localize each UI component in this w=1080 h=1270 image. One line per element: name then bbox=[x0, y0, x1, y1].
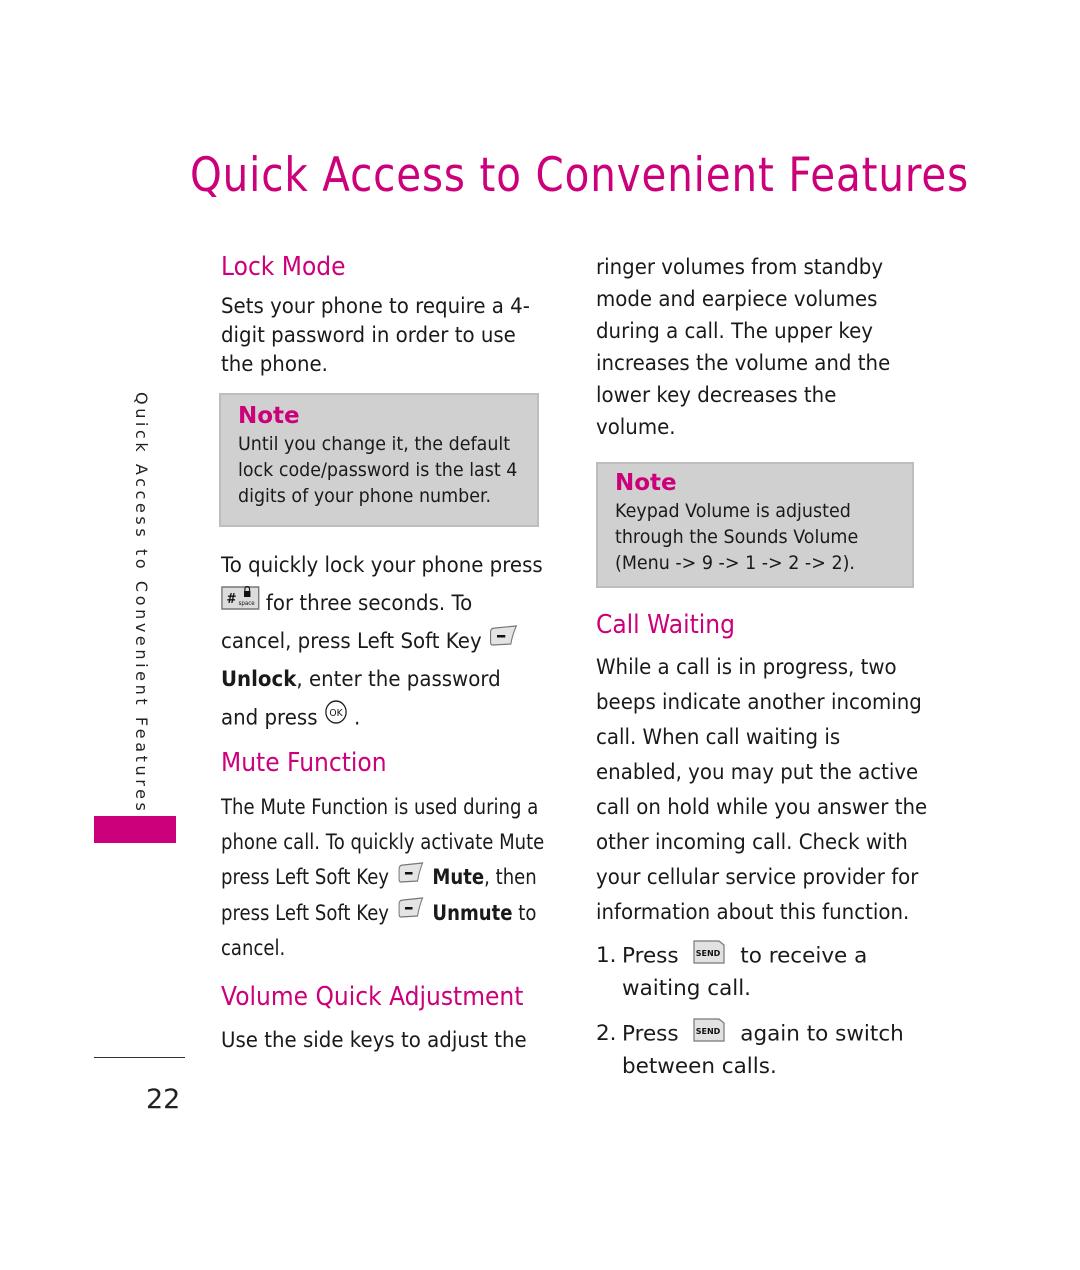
side-tab-marker bbox=[94, 816, 176, 843]
step-text: Press SEND to receive a waiting call. bbox=[622, 940, 922, 1004]
step-text: Press SEND again to switch between calls… bbox=[622, 1018, 922, 1082]
mute-function-heading: Mute Function bbox=[221, 748, 387, 778]
side-tab: Quick Access to Convenient Features bbox=[118, 392, 178, 815]
list-item: 1. Press SEND to receive a waiting call. bbox=[596, 940, 926, 1004]
left-soft-key-icon bbox=[488, 623, 519, 661]
lock-mode-instructions: To quickly lock your phone press # space… bbox=[221, 547, 543, 738]
ok-key-icon: OK bbox=[324, 699, 348, 738]
ok-key-label: OK bbox=[329, 708, 343, 719]
volume-quick-adjustment-section: Volume Quick Adjustment Use the side key… bbox=[221, 982, 551, 1055]
send-key-label: SEND bbox=[696, 949, 721, 958]
call-waiting-section: Call Waiting While a call is in progress… bbox=[596, 610, 928, 1082]
step-number: 2. bbox=[596, 1021, 617, 1046]
volume-adjustment-text-continued: ringer volumes from standby mode and ear… bbox=[596, 255, 891, 440]
lock-mode-heading: Lock Mode bbox=[221, 252, 346, 282]
volume-quick-adjustment-heading: Volume Quick Adjustment bbox=[221, 982, 524, 1012]
volume-adjustment-text-start: Use the side keys to adjust the bbox=[221, 1028, 527, 1053]
side-tab-label: Quick Access to Convenient Features bbox=[132, 392, 151, 815]
mute-function-description: The Mute Function is used during a phone… bbox=[221, 790, 544, 966]
instruction-text: To quickly lock your phone press bbox=[221, 553, 543, 578]
send-key-label: SEND bbox=[696, 1027, 721, 1036]
volume-note: Note Keypad Volume is adjusted through t… bbox=[596, 462, 914, 588]
left-column: Lock Mode Sets your phone to require a 4… bbox=[219, 252, 551, 1055]
note-title: Note bbox=[238, 403, 300, 429]
lock-mode-description: Sets your phone to require a 4-digit pas… bbox=[221, 294, 530, 377]
send-key-icon: SEND bbox=[693, 940, 726, 973]
instruction-text: for three seconds. To cancel, press Left… bbox=[221, 591, 482, 654]
left-soft-key-icon bbox=[395, 861, 427, 896]
note-text: Until you change it, the default lock co… bbox=[238, 433, 518, 507]
instruction-text: . bbox=[354, 705, 361, 731]
svg-text:space: space bbox=[238, 601, 255, 607]
right-column: ringer volumes from standby mode and ear… bbox=[596, 252, 928, 1082]
lock-mode-note: Note Until you change it, the default lo… bbox=[219, 393, 539, 527]
unlock-label: Unlock bbox=[221, 667, 297, 692]
unmute-label: Unmute bbox=[432, 900, 513, 926]
lock-mode-section: Lock Mode Sets your phone to require a 4… bbox=[219, 252, 551, 738]
page-title: Quick Access to Convenient Features bbox=[190, 148, 970, 203]
call-waiting-description: While a call is in progress, two beeps i… bbox=[596, 655, 928, 925]
mute-function-section: Mute Function The Mute Function is used … bbox=[221, 748, 551, 966]
left-soft-key-icon bbox=[395, 896, 427, 931]
page-number: 22 bbox=[146, 1084, 181, 1115]
note-title: Note bbox=[615, 470, 677, 496]
list-item: 2. Press SEND again to switch between ca… bbox=[596, 1018, 926, 1082]
send-key-icon: SEND bbox=[693, 1018, 726, 1051]
hash-space-lock-key-icon: # space bbox=[221, 585, 260, 623]
step-number: 1. bbox=[596, 943, 617, 968]
call-waiting-heading: Call Waiting bbox=[596, 610, 735, 640]
call-waiting-steps: 1. Press SEND to receive a waiting call.… bbox=[596, 940, 926, 1082]
footer-divider bbox=[94, 1057, 185, 1058]
note-text: Keypad Volume is adjusted through the So… bbox=[615, 500, 859, 574]
mute-label: Mute bbox=[432, 865, 485, 890]
svg-text:#: # bbox=[227, 591, 237, 607]
